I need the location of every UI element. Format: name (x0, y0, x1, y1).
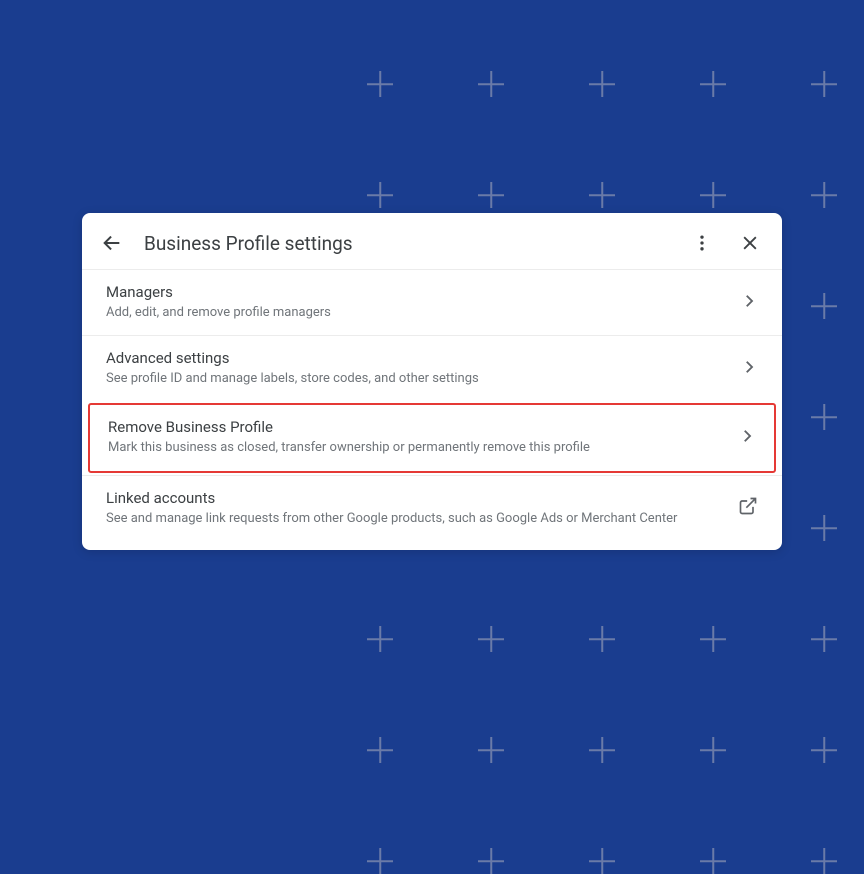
menu-item-content: Linked accounts See and manage link requ… (106, 489, 726, 528)
menu-item-advanced[interactable]: Advanced settings See profile ID and man… (82, 335, 782, 401)
menu-item-linked-accounts[interactable]: Linked accounts See and manage link requ… (82, 475, 782, 550)
menu-item-content: Managers Add, edit, and remove profile m… (106, 283, 728, 322)
external-link-icon (738, 496, 758, 520)
menu-item-title: Remove Business Profile (108, 418, 726, 436)
card-header: Business Profile settings (82, 213, 782, 269)
settings-card: Business Profile settings Managers Add, … (82, 213, 782, 550)
close-icon[interactable] (738, 231, 762, 255)
menu-item-title: Managers (106, 283, 728, 301)
menu-item-content: Remove Business Profile Mark this busine… (108, 418, 726, 457)
menu-item-title: Advanced settings (106, 349, 728, 367)
menu-item-desc: Add, edit, and remove profile managers (106, 304, 728, 322)
chevron-right-icon (740, 358, 758, 380)
menu-item-desc: See profile ID and manage labels, store … (106, 370, 728, 388)
chevron-right-icon (738, 427, 756, 449)
menu-item-title: Linked accounts (106, 489, 726, 507)
page-title: Business Profile settings (144, 232, 690, 255)
menu-item-desc: See and manage link requests from other … (106, 510, 726, 528)
chevron-right-icon (740, 292, 758, 314)
menu-item-desc: Mark this business as closed, transfer o… (108, 439, 726, 457)
menu-item-managers[interactable]: Managers Add, edit, and remove profile m… (82, 269, 782, 335)
header-actions (690, 231, 762, 255)
menu-item-remove-profile[interactable]: Remove Business Profile Mark this busine… (88, 403, 776, 472)
more-menu-icon[interactable] (690, 231, 714, 255)
menu-item-content: Advanced settings See profile ID and man… (106, 349, 728, 388)
back-arrow-icon[interactable] (100, 231, 124, 255)
